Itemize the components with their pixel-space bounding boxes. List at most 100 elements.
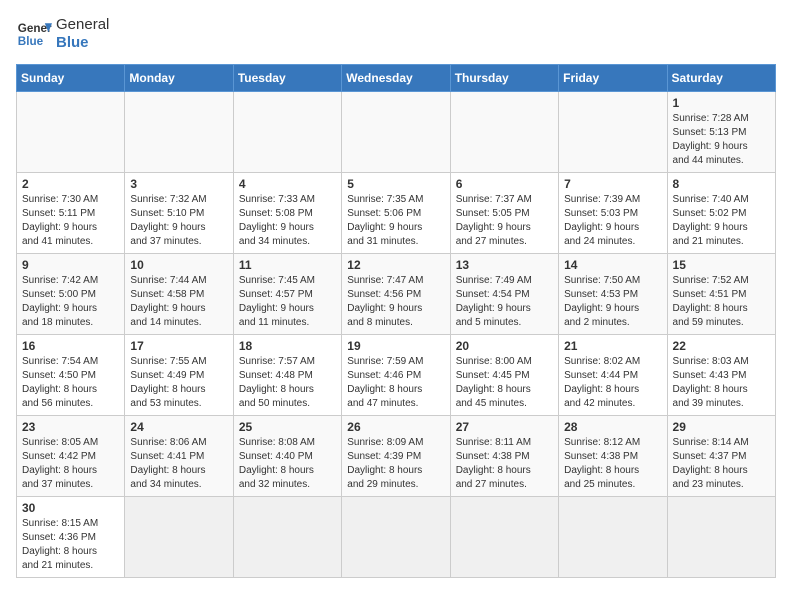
header-day: Thursday (450, 65, 558, 92)
day-info: Sunrise: 7:32 AM Sunset: 5:10 PM Dayligh… (130, 193, 227, 249)
day-info: Sunrise: 7:39 AM Sunset: 5:03 PM Dayligh… (564, 193, 661, 249)
calendar-cell: 9Sunrise: 7:42 AM Sunset: 5:00 PM Daylig… (17, 254, 125, 335)
calendar-cell (667, 497, 775, 578)
calendar-cell: 18 Sunrise: 7:57 AM Sunset: 4:48 PM Dayli… (233, 335, 341, 416)
day-info: Sunrise: 8:14 AM Sunset: 4:37 PM Dayligh… (673, 436, 770, 492)
day-number: 11 (239, 258, 336, 272)
day-number: 6 (456, 177, 553, 191)
day-number: 1 (673, 96, 770, 110)
day-info: Sunrise: 7:28 AM Sunset: 5:13 PM Dayligh… (673, 112, 770, 168)
calendar-cell: 11Sunrise: 7:45 AM Sunset: 4:57 PM Dayli… (233, 254, 341, 335)
calendar-cell: 1 Sunrise: 7:28 AM Sunset: 5:13 PM Daylig… (667, 92, 775, 173)
day-info: Sunrise: 7:59 AM Sunset: 4:46 PM Dayligh… (347, 355, 444, 411)
day-info: Sunrise: 8:06 AM Sunset: 4:41 PM Dayligh… (130, 436, 227, 492)
logo: General Blue General Blue (16, 16, 109, 52)
calendar-cell (450, 92, 558, 173)
calendar-cell: 17 Sunrise: 7:55 AM Sunset: 4:49 PM Dayli… (125, 335, 233, 416)
logo-general: General (56, 16, 109, 34)
day-number: 21 (564, 339, 661, 353)
day-number: 3 (130, 177, 227, 191)
day-number: 4 (239, 177, 336, 191)
calendar-cell: 2 Sunrise: 7:30 AM Sunset: 5:11 PM Daylig… (17, 173, 125, 254)
calendar-cell: 12Sunrise: 7:47 AM Sunset: 4:56 PM Dayli… (342, 254, 450, 335)
day-info: Sunrise: 8:08 AM Sunset: 4:40 PM Dayligh… (239, 436, 336, 492)
day-number: 7 (564, 177, 661, 191)
day-info: Sunrise: 7:40 AM Sunset: 5:02 PM Dayligh… (673, 193, 770, 249)
calendar-cell: 27Sunrise: 8:11 AM Sunset: 4:38 PM Dayli… (450, 416, 558, 497)
day-info: Sunrise: 7:33 AM Sunset: 5:08 PM Dayligh… (239, 193, 336, 249)
calendar-table: SundayMondayTuesdayWednesdayThursdayFrid… (16, 64, 776, 578)
calendar-cell: 3 Sunrise: 7:32 AM Sunset: 5:10 PM Daylig… (125, 173, 233, 254)
calendar-cell (125, 497, 233, 578)
day-info: Sunrise: 8:05 AM Sunset: 4:42 PM Dayligh… (22, 436, 119, 492)
header: General Blue General Blue (16, 16, 776, 52)
day-number: 18 (239, 339, 336, 353)
calendar-cell: 22 Sunrise: 8:03 AM Sunset: 4:43 PM Dayli… (667, 335, 775, 416)
calendar-cell: 28Sunrise: 8:12 AM Sunset: 4:38 PM Dayli… (559, 416, 667, 497)
svg-text:Blue: Blue (18, 35, 44, 48)
calendar-cell: 19 Sunrise: 7:59 AM Sunset: 4:46 PM Dayli… (342, 335, 450, 416)
day-info: Sunrise: 7:50 AM Sunset: 4:53 PM Dayligh… (564, 274, 661, 330)
day-info: Sunrise: 7:49 AM Sunset: 4:54 PM Dayligh… (456, 274, 553, 330)
day-info: Sunrise: 7:52 AM Sunset: 4:51 PM Dayligh… (673, 274, 770, 330)
calendar-cell: 29 Sunrise: 8:14 AM Sunset: 4:37 PM Dayli… (667, 416, 775, 497)
header-day: Sunday (17, 65, 125, 92)
day-number: 5 (347, 177, 444, 191)
day-number: 19 (347, 339, 444, 353)
day-info: Sunrise: 7:30 AM Sunset: 5:11 PM Dayligh… (22, 193, 119, 249)
day-info: Sunrise: 7:55 AM Sunset: 4:49 PM Dayligh… (130, 355, 227, 411)
day-number: 13 (456, 258, 553, 272)
calendar-cell (233, 497, 341, 578)
calendar-cell (450, 497, 558, 578)
day-number: 9 (22, 258, 119, 272)
day-number: 29 (673, 420, 770, 434)
calendar-cell: 23 Sunrise: 8:05 AM Sunset: 4:42 PM Dayli… (17, 416, 125, 497)
logo-blue: Blue (56, 34, 109, 52)
header-day: Friday (559, 65, 667, 92)
day-info: Sunrise: 8:03 AM Sunset: 4:43 PM Dayligh… (673, 355, 770, 411)
day-info: Sunrise: 7:47 AM Sunset: 4:56 PM Dayligh… (347, 274, 444, 330)
calendar-cell: 25Sunrise: 8:08 AM Sunset: 4:40 PM Dayli… (233, 416, 341, 497)
calendar-cell: 5Sunrise: 7:35 AM Sunset: 5:06 PM Daylig… (342, 173, 450, 254)
calendar-cell: 4 Sunrise: 7:33 AM Sunset: 5:08 PM Daylig… (233, 173, 341, 254)
day-number: 28 (564, 420, 661, 434)
day-number: 20 (456, 339, 553, 353)
calendar-cell (342, 497, 450, 578)
calendar-cell: 24 Sunrise: 8:06 AM Sunset: 4:41 PM Dayli… (125, 416, 233, 497)
calendar-cell: 7 Sunrise: 7:39 AM Sunset: 5:03 PM Daylig… (559, 173, 667, 254)
day-info: Sunrise: 8:00 AM Sunset: 4:45 PM Dayligh… (456, 355, 553, 411)
header-row: SundayMondayTuesdayWednesdayThursdayFrid… (17, 65, 776, 92)
calendar-cell: 21Sunrise: 8:02 AM Sunset: 4:44 PM Dayli… (559, 335, 667, 416)
calendar-cell (17, 92, 125, 173)
calendar-cell: 10Sunrise: 7:44 AM Sunset: 4:58 PM Dayli… (125, 254, 233, 335)
calendar-cell (342, 92, 450, 173)
calendar-cell: 6 Sunrise: 7:37 AM Sunset: 5:05 PM Daylig… (450, 173, 558, 254)
day-number: 10 (130, 258, 227, 272)
day-info: Sunrise: 8:09 AM Sunset: 4:39 PM Dayligh… (347, 436, 444, 492)
calendar-cell (125, 92, 233, 173)
header-day: Saturday (667, 65, 775, 92)
day-info: Sunrise: 8:15 AM Sunset: 4:36 PM Dayligh… (22, 517, 119, 573)
day-number: 30 (22, 501, 119, 515)
header-day: Tuesday (233, 65, 341, 92)
day-number: 14 (564, 258, 661, 272)
day-info: Sunrise: 8:11 AM Sunset: 4:38 PM Dayligh… (456, 436, 553, 492)
logo-icon: General Blue (16, 16, 52, 52)
day-number: 22 (673, 339, 770, 353)
day-info: Sunrise: 7:57 AM Sunset: 4:48 PM Dayligh… (239, 355, 336, 411)
day-number: 17 (130, 339, 227, 353)
calendar-cell: 20 Sunrise: 8:00 AM Sunset: 4:45 PM Dayli… (450, 335, 558, 416)
day-number: 15 (673, 258, 770, 272)
day-info: Sunrise: 7:54 AM Sunset: 4:50 PM Dayligh… (22, 355, 119, 411)
header-day: Monday (125, 65, 233, 92)
calendar-cell: 8 Sunrise: 7:40 AM Sunset: 5:02 PM Daylig… (667, 173, 775, 254)
day-info: Sunrise: 7:37 AM Sunset: 5:05 PM Dayligh… (456, 193, 553, 249)
day-number: 24 (130, 420, 227, 434)
calendar-cell: 13 Sunrise: 7:49 AM Sunset: 4:54 PM Dayli… (450, 254, 558, 335)
calendar-header: SundayMondayTuesdayWednesdayThursdayFrid… (17, 65, 776, 92)
day-number: 23 (22, 420, 119, 434)
day-number: 2 (22, 177, 119, 191)
calendar-cell (559, 92, 667, 173)
day-number: 8 (673, 177, 770, 191)
header-day: Wednesday (342, 65, 450, 92)
